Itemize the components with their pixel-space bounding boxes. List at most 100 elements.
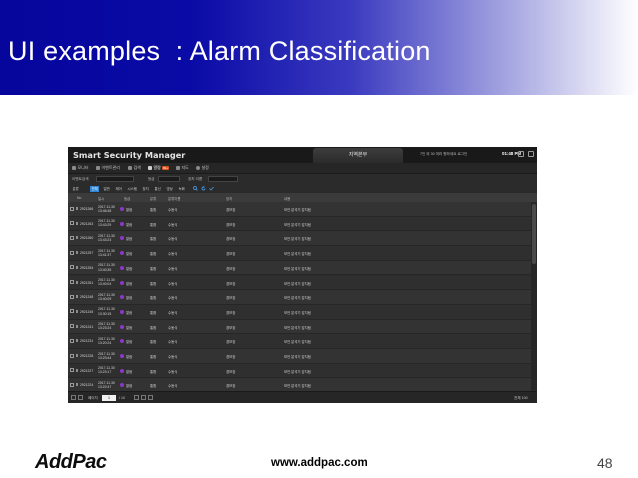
- cell-level: 알람: [126, 384, 133, 389]
- addpac-logo: AddPac: [35, 451, 107, 473]
- cell-datetime: 2017.11.30 13:23:17: [98, 366, 115, 375]
- severity-dot: [120, 295, 124, 300]
- pin-icon: [76, 236, 78, 240]
- menu-item-event[interactable]: 이벤트관리: [96, 165, 120, 171]
- cell-category: 통합: [150, 325, 157, 330]
- cell-category: 통합: [150, 208, 157, 212]
- category-chip-all[interactable]: 전체: [90, 185, 100, 192]
- row-checkbox[interactable]: [70, 382, 74, 387]
- row-checkbox[interactable]: [70, 221, 74, 226]
- level-select[interactable]: [158, 176, 180, 182]
- table-row[interactable]: 2921245 2017.11.30 13:30:15 알람 통합 수동식 경보장 보안 분석…: [68, 304, 531, 320]
- cell-description: 보안 분석기 감지됨: [284, 296, 311, 301]
- prev-page-icon[interactable]: [78, 395, 83, 400]
- check-icon[interactable]: [209, 186, 214, 191]
- menu-item-monitor[interactable]: 모니터: [72, 165, 89, 171]
- col-level[interactable]: 등급: [124, 196, 130, 201]
- col-category-name[interactable]: 분류이름: [168, 196, 180, 201]
- table-row[interactable]: 2921248 2017.11.30 13:40:09 알람 통합 수동식 경보장 보안 분석…: [68, 290, 531, 305]
- table-row[interactable]: 2921227 2017.11.30 13:23:17 알람 통합 수동식 경보장 보안 분석…: [68, 363, 531, 379]
- row-checkbox[interactable]: [70, 324, 74, 329]
- cell-description: 보안 분석기 감지됨: [284, 237, 311, 242]
- col-no[interactable]: No: [77, 196, 81, 200]
- row-checkbox[interactable]: [70, 280, 74, 284]
- row-checkbox[interactable]: [70, 250, 74, 255]
- menu-item-map[interactable]: 지도: [176, 165, 189, 171]
- cell-time: 13:40:04: [98, 282, 112, 287]
- refresh-page-icon[interactable]: [148, 395, 153, 400]
- table-row[interactable]: 2921260 2017.11.30 13:43:23 알람 통합 수동식 경보장 보안 분석…: [68, 231, 531, 247]
- cell-description: 보안 분석기 감지됨: [284, 222, 311, 227]
- footer-url[interactable]: www.addpac.com: [271, 457, 368, 469]
- search-icon[interactable]: [193, 186, 198, 191]
- app-name: Smart Security Manager: [73, 150, 186, 160]
- menu-item-search[interactable]: 검색: [128, 165, 141, 171]
- category-chip-comm[interactable]: 통신: [153, 186, 162, 192]
- category-chip-control[interactable]: 제어: [114, 186, 123, 192]
- cell-datetime: 2017.11.30 13:40:04: [98, 278, 115, 287]
- cell-category: 통합: [150, 310, 157, 315]
- cell-description: 보안 분석기 감지됨: [284, 355, 311, 359]
- table-row[interactable]: 2921251 2017.11.30 13:40:04 알람 통합 수동식 경보장 보안 분석…: [68, 275, 531, 291]
- cell-level: 알람: [126, 355, 133, 359]
- minimize-icon[interactable]: [518, 151, 524, 157]
- cell-time: 13:43:29: [98, 223, 112, 228]
- severity-dot: [120, 368, 124, 373]
- cell-time: 13:41:37: [98, 252, 112, 257]
- cell-date: 2017.11.30: [98, 263, 115, 268]
- gear-icon: [196, 166, 200, 170]
- table-row[interactable]: 2921231 2017.11.30 13:20:24 알람 통합 수동식 경보장 보안 분석…: [68, 334, 531, 349]
- category-chip-device[interactable]: 장치: [141, 186, 150, 192]
- device-name-input[interactable]: [208, 176, 238, 182]
- scrollbar-thumb[interactable]: [532, 204, 536, 264]
- region-tab[interactable]: 지역본부: [313, 148, 403, 163]
- table-row[interactable]: 2921224 2017.11.30 13:22:47 알람 통합 수동식 경보장 보안 분석…: [68, 378, 531, 391]
- cell-no: 2921263: [80, 221, 94, 226]
- row-checkbox[interactable]: [70, 353, 74, 358]
- cell-category: 통합: [150, 355, 157, 359]
- cell-level: 알람: [126, 222, 133, 227]
- row-checkbox[interactable]: [70, 338, 74, 343]
- menu-item-settings[interactable]: 설정: [196, 165, 209, 171]
- page-input[interactable]: 1: [102, 394, 116, 401]
- cell-device: 경보장: [226, 222, 236, 227]
- table-row[interactable]: 2921257 2017.11.30 13:41:37 알람 통합 수동식 경보장 보안 분석…: [68, 246, 531, 261]
- table-row[interactable]: 2921254 2017.11.30 13:40:35 알람 통합 수동식 경보장 보안 분석…: [68, 260, 531, 276]
- cell-category: 통합: [150, 369, 157, 374]
- table-row[interactable]: 2921228 2017.11.30 13:23:44 알람 통합 수동식 경보장 보안 분석…: [68, 349, 531, 364]
- close-icon[interactable]: [528, 151, 534, 157]
- table-row[interactable]: 2921266 2017.11.30 13:46:48 알람 통합 수동식 경보장 보안 분석…: [68, 202, 531, 217]
- cell-time: 13:20:24: [98, 341, 112, 346]
- col-datetime[interactable]: 일시: [98, 196, 104, 201]
- event-search-input[interactable]: [96, 176, 134, 182]
- refresh-icon[interactable]: [201, 186, 206, 191]
- first-page-icon[interactable]: [71, 395, 76, 400]
- next-page-icon[interactable]: [134, 395, 139, 400]
- row-checkbox[interactable]: [70, 294, 74, 299]
- category-chip-system[interactable]: 시스템: [126, 186, 138, 192]
- row-checkbox[interactable]: [70, 265, 74, 270]
- row-checkbox[interactable]: [70, 309, 74, 314]
- bell-icon: [148, 166, 152, 170]
- row-checkbox[interactable]: [70, 235, 74, 240]
- category-chip-video[interactable]: 영상: [165, 186, 174, 192]
- col-category[interactable]: 분류: [150, 196, 156, 201]
- title-bar: Smart Security Manager 지역본부 7인 외 30 여러 원…: [68, 147, 537, 163]
- cell-category: 통합: [150, 384, 157, 389]
- row-checkbox[interactable]: [70, 206, 74, 211]
- event-icon: [96, 166, 100, 170]
- pin-icon: [76, 221, 78, 225]
- cell-level: 알람: [126, 237, 133, 242]
- menu-item-alarm[interactable]: 알람 99+: [148, 165, 169, 171]
- table-row[interactable]: 2921263 2017.11.30 13:43:29 알람 통합 수동식 경보장 보안 분석…: [68, 216, 531, 232]
- category-chip-general[interactable]: 일반: [102, 186, 111, 192]
- col-content[interactable]: 내용: [284, 196, 290, 201]
- category-chip-record[interactable]: 녹화: [177, 186, 186, 192]
- pin-icon: [76, 265, 78, 269]
- menu-label: 이벤트관리: [101, 165, 120, 170]
- row-checkbox[interactable]: [70, 368, 74, 373]
- col-device[interactable]: 장치: [226, 196, 232, 201]
- cell-datetime: 2017.11.30 13:43:23: [98, 234, 115, 243]
- table-row[interactable]: 2921241 2017.11.30 13:23:24 알람 통합 수동식 경보장 보안 분석…: [68, 319, 531, 335]
- last-page-icon[interactable]: [141, 395, 146, 400]
